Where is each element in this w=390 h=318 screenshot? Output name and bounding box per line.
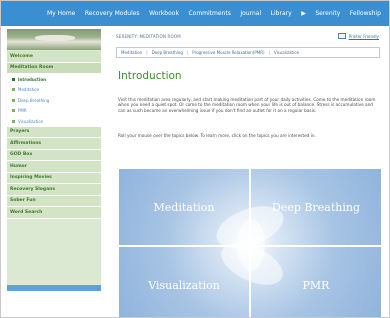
sidebar-item-meditation-room[interactable]: Meditation Room [7, 62, 101, 74]
tile-visualization[interactable]: Visualization [119, 247, 249, 317]
printer-friendly-label: Printer Friendly [348, 33, 379, 39]
sidebar-subitem-label: Visualization [18, 118, 44, 124]
tab-separator: | [186, 50, 189, 55]
sidebar-item-sober-fun[interactable]: Sober Fun [7, 195, 101, 207]
nav-library[interactable]: Library [271, 10, 292, 17]
sidebar-item-humor[interactable]: Humor [7, 161, 101, 173]
header-photo [7, 29, 101, 50]
sidebar-item-welcome[interactable]: Welcome [7, 51, 101, 63]
nav-workbook[interactable]: Workbook [149, 10, 179, 17]
tile-deep-breathing[interactable]: Deep Breathing [251, 169, 381, 245]
instruction-paragraph: Roll your mouse over the topics below. T… [118, 133, 316, 138]
tab-visualization[interactable]: Visualization [274, 50, 299, 55]
nav-my-home[interactable]: My Home [47, 10, 75, 17]
breadcrumb: SERENITY: MEDITATION ROOM [116, 34, 181, 39]
bullet-icon [12, 119, 15, 123]
sidebar-subitem-label: Meditation [18, 87, 40, 93]
sidebar-item-word-search[interactable]: Word Search [7, 207, 101, 219]
sidebar-subitem-label: Deep Breathing [18, 97, 50, 103]
sidebar-subitem-label: PMR [18, 108, 27, 114]
tab-pmr[interactable]: Progressive Muscle Relaxation(PMR) [192, 50, 264, 55]
sidebar-menu: Welcome Meditation Room Introduction Med… [7, 51, 101, 219]
breadcrumb-row: SERENITY: MEDITATION ROOM Printer Friend… [104, 33, 383, 43]
sidebar-item-affirmations[interactable]: Affirmations [7, 138, 101, 150]
bullet-icon [12, 98, 15, 102]
nav-journal[interactable]: Journal [240, 10, 261, 17]
tab-separator: | [146, 50, 148, 55]
bullet-icon [12, 88, 15, 92]
top-navigation: My Home Recovery Modules Workbook Commit… [1, 1, 389, 26]
sidebar-footer-bar [7, 285, 101, 291]
tile-meditation[interactable]: Meditation [119, 169, 249, 245]
page-frame: My Home Recovery Modules Workbook Commit… [0, 0, 390, 318]
nav-commitments[interactable]: Commitments [188, 10, 230, 17]
nav-recovery-modules[interactable]: Recovery Modules [85, 10, 140, 17]
left-panel: Welcome Meditation Room Introduction Med… [7, 29, 101, 291]
printer-friendly-link[interactable]: Printer Friendly [337, 33, 379, 39]
tile-pmr[interactable]: PMR [251, 247, 381, 317]
page-title: Introduction [118, 70, 182, 82]
bullet-icon [12, 109, 15, 113]
sidebar-subitem-visualization[interactable]: Visualization [7, 116, 101, 127]
topic-image-grid: Meditation Deep Breathing Visualization … [119, 169, 381, 317]
nav-arrow-icon: ▶ [301, 10, 306, 17]
sidebar-subitem-label: Introduction [18, 76, 46, 82]
nav-fellowship[interactable]: Fellowship [350, 10, 381, 17]
sidebar-item-inspiring-movies[interactable]: Inspiring Movies [7, 172, 101, 184]
intro-paragraph: Visit this meditation area regularly, an… [118, 97, 376, 113]
sidebar-item-recovery-slogans[interactable]: Recovery Slogans [7, 184, 101, 196]
sidebar-item-prayers[interactable]: Prayers [7, 126, 101, 138]
sidebar-subitem-introduction[interactable]: Introduction [7, 74, 101, 85]
topic-tabs: Meditation | Deep Breathing | Progressiv… [116, 47, 380, 58]
tab-meditation[interactable]: Meditation [121, 50, 142, 55]
nav-serenity[interactable]: Serenity [315, 10, 340, 17]
printer-icon [337, 33, 346, 39]
tab-separator: | [268, 50, 270, 55]
bullet-icon [12, 77, 15, 81]
sidebar-subitem-meditation[interactable]: Meditation [7, 84, 101, 95]
sidebar-subitem-deep-breathing[interactable]: Deep Breathing [7, 95, 101, 106]
tab-deep-breathing[interactable]: Deep Breathing [152, 50, 183, 55]
sidebar-subitem-pmr[interactable]: PMR [7, 105, 101, 116]
sidebar-item-god-box[interactable]: GOD Box [7, 149, 101, 161]
